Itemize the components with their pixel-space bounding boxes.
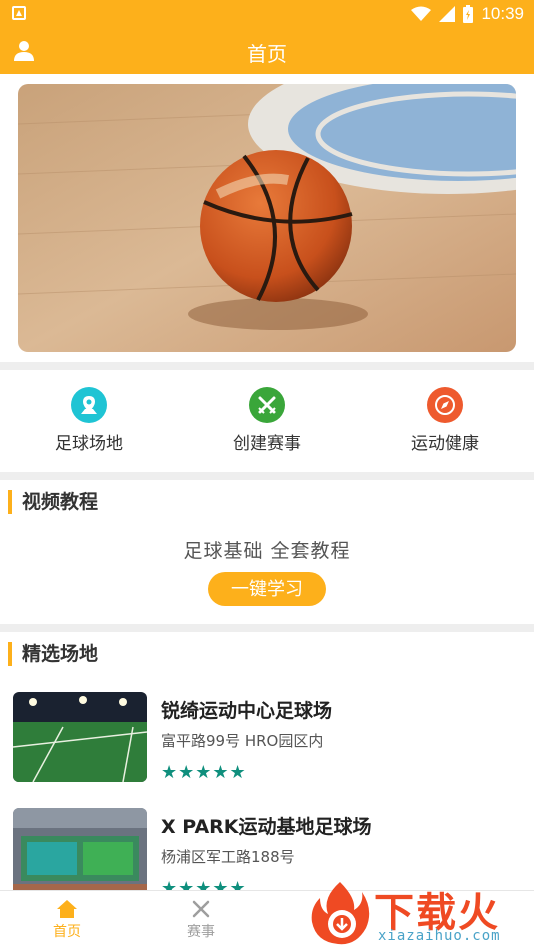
video-subtitle: 足球基础 全套教程 (183, 540, 351, 562)
map-pin-icon (71, 387, 107, 423)
watermark: 下载火 xiazaihuo.com (308, 878, 530, 948)
quick-action-label: 运动健康 (411, 434, 479, 454)
section-title: 精选场地 (8, 642, 98, 666)
quick-action-football-field[interactable]: 足球场地 (0, 370, 178, 472)
venue-item[interactable]: 锐绮运动中心足球场 富平路99号 HRO园区内 ★★★★★ (0, 692, 534, 792)
flame-logo-icon (311, 882, 370, 945)
featured-venues-section: 精选场地 锐绮运动中心足球场 富平路99号 HRO园区内 ★★★★★ X PAR… (0, 632, 534, 890)
banner-image[interactable] (18, 84, 516, 352)
watermark-url: xiazaihuo.com (378, 928, 501, 944)
nav-label: 首页 (53, 924, 81, 940)
venue-address: 富平路99号 HRO园区内 (161, 732, 324, 750)
quick-action-label: 足球场地 (55, 434, 123, 454)
nav-home[interactable]: 首页 (0, 891, 134, 950)
nav-label: 赛事 (187, 924, 215, 940)
banner-section (0, 74, 534, 362)
signal-icon (439, 6, 456, 22)
page-title: 首页 (247, 42, 287, 66)
battery-icon (463, 5, 474, 23)
quick-action-create-event[interactable]: 创建赛事 (178, 370, 356, 472)
crossed-swords-icon (249, 387, 285, 423)
video-tutorial-section: 视频教程 足球基础 全套教程 一键学习 (0, 480, 534, 624)
crossed-swords-icon (192, 900, 210, 918)
section-title: 视频教程 (8, 490, 98, 514)
quick-actions: 足球场地 创建赛事 运动健康 (0, 370, 534, 472)
venue-thumbnail (13, 808, 147, 890)
status-icons: 10:39 (411, 2, 524, 26)
venue-name: X PARK运动基地足球场 (161, 816, 372, 838)
app-bar: 首页 (0, 28, 534, 74)
notification-icon (12, 6, 26, 20)
rating-stars: ★★★★★ (161, 878, 247, 890)
home-icon (57, 900, 77, 918)
status-time: 10:39 (481, 4, 524, 23)
venue-name: 锐绮运动中心足球场 (161, 700, 333, 722)
wifi-icon (411, 6, 432, 21)
rating-stars: ★★★★★ (161, 762, 247, 783)
quick-action-label: 创建赛事 (233, 434, 301, 454)
status-bar: 10:39 (0, 0, 534, 28)
quick-action-sports-health[interactable]: 运动健康 (356, 370, 534, 472)
venue-address: 杨浦区军工路188号 (161, 848, 295, 866)
venue-thumbnail (13, 692, 147, 782)
basketball-image (18, 84, 516, 352)
learn-now-button[interactable]: 一键学习 (208, 572, 326, 606)
compass-icon (427, 387, 463, 423)
nav-events[interactable]: 赛事 (134, 891, 268, 950)
